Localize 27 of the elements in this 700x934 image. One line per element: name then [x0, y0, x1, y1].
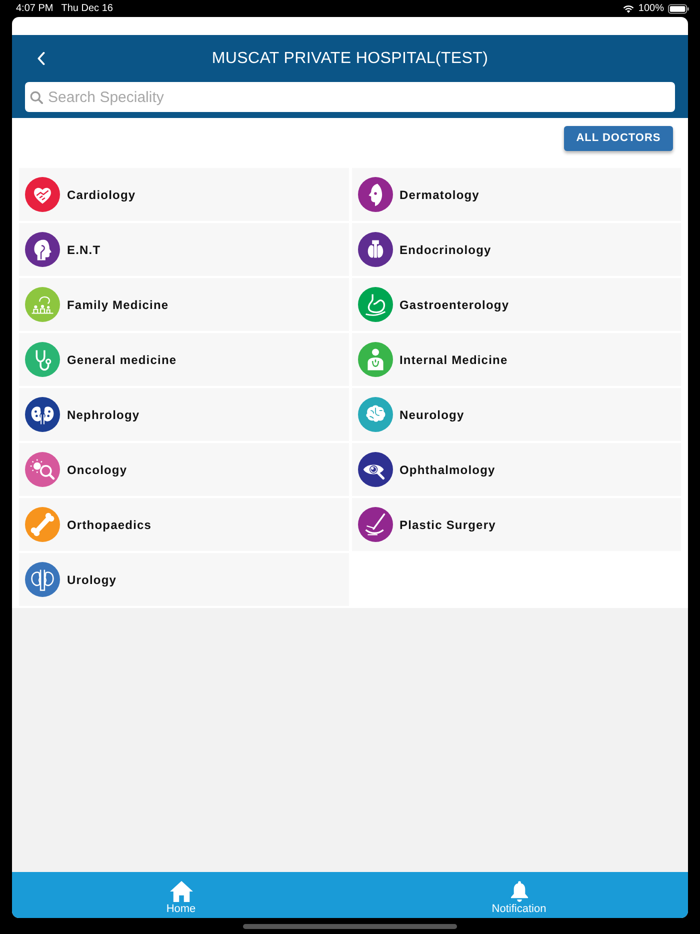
home-icon	[170, 881, 192, 902]
speciality-item[interactable]: Gastroenterology	[352, 278, 681, 331]
speciality-item[interactable]: Oncology	[19, 443, 348, 496]
speciality-item[interactable]: Dermatology	[352, 168, 681, 221]
status-date: Thu Dec 16	[61, 2, 113, 16]
speciality-item[interactable]: Family Medicine	[19, 278, 348, 331]
search-icon	[30, 91, 43, 104]
battery-percentage: 100%	[638, 2, 664, 16]
header-title: MUSCAT PRIVATE HOSPITAL(TEST)	[212, 48, 488, 68]
status-time: 4:07 PM	[16, 2, 54, 16]
speciality-item[interactable]: Cardiology	[19, 168, 348, 221]
speciality-item[interactable]: Plastic Surgery	[352, 498, 681, 551]
speciality-item[interactable]: Neurology	[352, 388, 681, 441]
speciality-item[interactable]: Orthopaedics	[19, 498, 348, 551]
speciality-item[interactable]: Internal Medicine	[352, 333, 681, 386]
speciality-item[interactable]: Endocrinology	[352, 223, 681, 276]
chevron-left-icon	[37, 52, 45, 65]
speciality-item[interactable]: E.N.T	[19, 223, 348, 276]
speciality-item[interactable]: Ophthalmology	[352, 443, 681, 496]
all-doctors-button[interactable]: ALL DOCTORS	[564, 126, 673, 151]
speciality-item[interactable]: Urology	[19, 553, 348, 606]
battery-icon	[668, 4, 689, 14]
speciality-item[interactable]: Nephrology	[19, 388, 348, 441]
wifi-icon	[623, 4, 634, 12]
search-field[interactable]: Search Speciality	[25, 82, 675, 112]
speciality-item[interactable]: General medicine	[19, 333, 348, 386]
bell-icon	[510, 881, 528, 902]
